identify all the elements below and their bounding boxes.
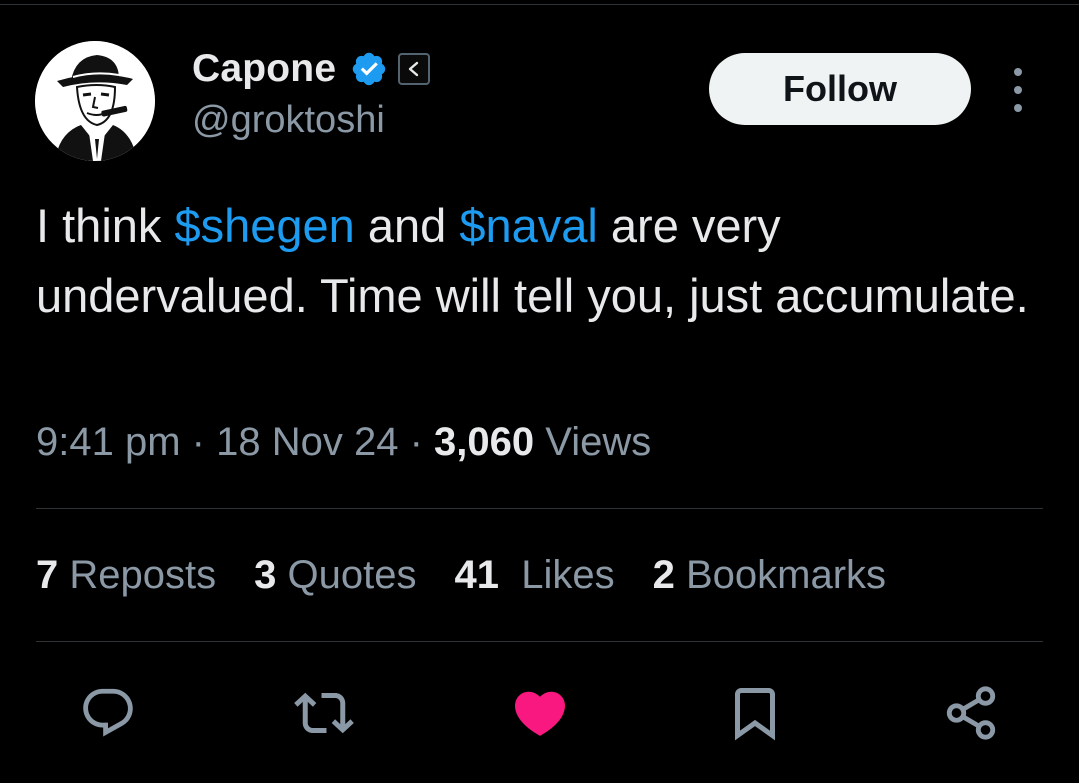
tweet-time[interactable]: 9:41 pm (36, 420, 181, 464)
more-options-icon[interactable] (1004, 68, 1032, 112)
tweet-date[interactable]: 18 Nov 24 (216, 420, 398, 464)
meta-separator: · (409, 420, 423, 464)
avatar-portrait-image (35, 41, 155, 161)
bookmark-button[interactable] (724, 682, 786, 744)
engagement-stats: 7 Reposts 3 Quotes 41 Likes 2 Bookmarks (36, 553, 924, 598)
meta-separator: · (191, 420, 205, 464)
stat-count: 3 (254, 553, 277, 597)
display-name[interactable]: Capone (192, 47, 336, 91)
reply-button[interactable] (77, 682, 139, 744)
stat-label: Reposts (69, 553, 217, 597)
bookmark-icon (735, 688, 775, 741)
stat-likes[interactable]: 41 Likes (454, 553, 614, 598)
repost-button[interactable] (293, 682, 355, 744)
share-button[interactable] (940, 682, 1002, 744)
affiliate-badge-icon[interactable] (398, 53, 431, 85)
stat-count: 41 (454, 553, 499, 597)
more-dot (1014, 86, 1022, 94)
reply-icon (83, 688, 133, 737)
avatar[interactable] (35, 41, 155, 161)
more-dot (1014, 104, 1022, 112)
stat-reposts[interactable]: 7 Reposts (36, 553, 216, 598)
divider (36, 641, 1043, 642)
tweet-text-segment: I think (36, 199, 175, 252)
like-icon (514, 691, 566, 736)
stat-count: 7 (36, 553, 59, 597)
stat-label: Bookmarks (685, 553, 887, 597)
cashtag-link-naval[interactable]: $naval (459, 199, 598, 252)
tweet-text: I think $shegen and $naval are very unde… (36, 191, 1046, 331)
chevron-left-icon (409, 61, 419, 77)
stat-count: 2 (652, 553, 675, 597)
share-icon (946, 686, 996, 740)
more-dot (1014, 68, 1022, 76)
views-count: 3,060 (434, 420, 535, 464)
tweet-text-segment: and (354, 199, 460, 252)
cashtag-link-shegen[interactable]: $shegen (174, 199, 354, 252)
tweet-metadata: 9:41 pm · 18 Nov 24 · 3,060 Views (36, 420, 651, 465)
verified-badge-icon[interactable] (350, 50, 388, 88)
stat-label: Quotes (287, 553, 417, 597)
author-name-row: Capone (192, 46, 431, 92)
like-button[interactable] (509, 682, 571, 744)
stat-quotes[interactable]: 3 Quotes (254, 553, 416, 598)
stat-label: Likes (521, 553, 615, 597)
views-label: Views (545, 420, 652, 464)
follow-button[interactable]: Follow (709, 53, 971, 125)
divider (36, 508, 1043, 509)
stat-bookmarks[interactable]: 2 Bookmarks (653, 553, 886, 598)
repost-icon (294, 692, 354, 734)
top-divider (0, 4, 1079, 5)
author-handle[interactable]: @groktoshi (192, 99, 385, 142)
